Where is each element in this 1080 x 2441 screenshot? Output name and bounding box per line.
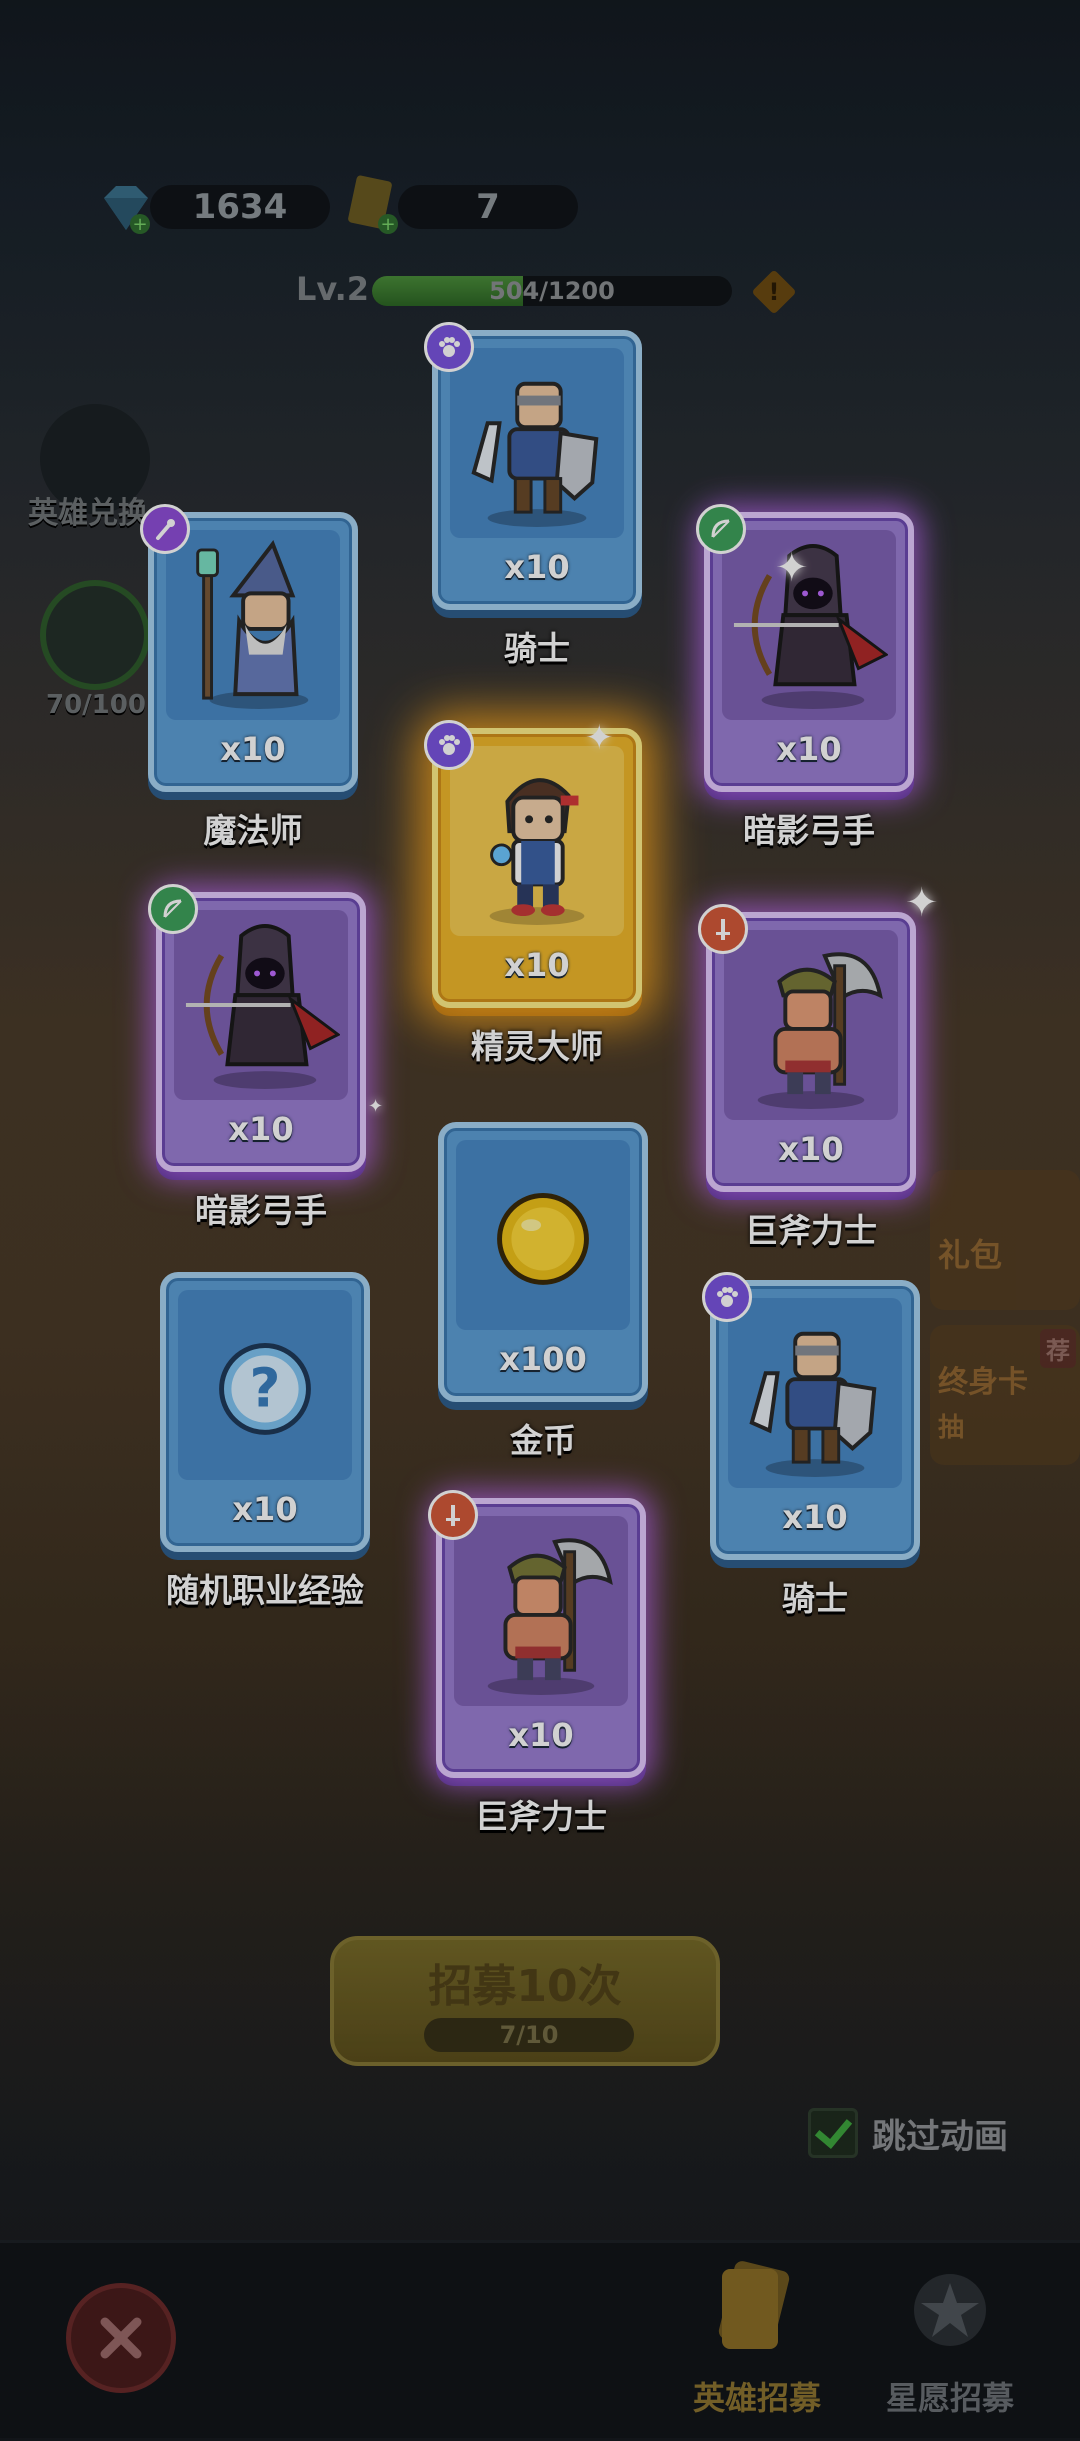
paw-icon — [424, 322, 474, 372]
knight-portrait — [736, 1304, 894, 1482]
gem-icon[interactable]: + — [94, 178, 154, 242]
card-name: 金币 — [510, 1421, 576, 1460]
draw-label: 抽 — [938, 1413, 965, 1443]
sparkle-icon: ✦ — [905, 880, 939, 926]
sword-icon — [698, 904, 748, 954]
archer-portrait — [182, 916, 341, 1094]
star-wish-progress-icon[interactable] — [40, 580, 150, 690]
lifetime-card-panel: 终身卡 抽 荐 — [930, 1325, 1080, 1465]
axeman-portrait — [462, 1522, 620, 1700]
card-quantity: x10 — [782, 1498, 848, 1536]
axeman-portrait — [732, 936, 890, 1114]
sparkle-icon: ✦ — [368, 1096, 384, 1117]
reward-card-archer[interactable]: x10 — [696, 504, 914, 792]
elf-master-portrait — [458, 752, 616, 930]
card-quantity: x10 — [778, 1130, 844, 1168]
tab-hero-recruit-label: 英雄招募 — [692, 2379, 821, 2417]
card-name: 巨斧力士 — [745, 1211, 877, 1250]
reward-card-axeman[interactable]: x10 — [698, 904, 916, 1192]
knight-portrait — [458, 354, 616, 532]
card-name: 骑士 — [504, 629, 570, 668]
card-pack-icon — [718, 2261, 790, 2349]
xp-text: 504/1200 — [489, 277, 615, 305]
card-name: 精灵大师 — [471, 1027, 603, 1066]
reward-card-coin[interactable]: x100 — [438, 1122, 648, 1402]
bow-icon — [148, 884, 198, 934]
reward-card-archer[interactable]: x10 — [148, 884, 366, 1172]
card-quantity: x10 — [504, 548, 570, 586]
tab-hero-recruit[interactable]: 英雄招募 — [682, 2255, 832, 2419]
card-name: 魔法师 — [203, 811, 303, 850]
svg-text:?: ? — [250, 1358, 281, 1420]
sparkle-icon: ✦ — [775, 545, 809, 591]
reward-card-wizard[interactable]: x10 — [140, 504, 358, 792]
paw-icon — [702, 1272, 752, 1322]
card-quantity: x10 — [228, 1110, 294, 1148]
recommend-badge: 荐 — [1040, 1329, 1076, 1368]
card-quantity: x10 — [220, 730, 286, 768]
card-name: 骑士 — [782, 1579, 848, 1618]
close-icon — [100, 2317, 142, 2359]
ticket-icon[interactable]: + — [344, 170, 404, 244]
reward-card-axeman[interactable]: x10 — [428, 1490, 646, 1778]
reward-card-knight[interactable]: x10 — [702, 1272, 920, 1560]
sparkle-icon: ✦ — [585, 718, 614, 758]
card-name: 随机职业经验 — [166, 1571, 364, 1610]
reward-card-mystery-orb[interactable]: ? x10 — [160, 1272, 370, 1552]
xp-bar: 504/1200 — [372, 276, 732, 306]
gift-pack-label: 礼包 — [938, 1236, 1003, 1274]
recruit-progress: 7/10 — [424, 2018, 634, 2052]
tab-star-wish-label: 星愿招募 — [885, 2379, 1014, 2417]
card-quantity: x10 — [776, 730, 842, 768]
star-progress: 70/100 — [46, 690, 146, 720]
mystery-orb-portrait: ? — [186, 1296, 344, 1474]
card-name: 巨斧力士 — [475, 1797, 607, 1836]
tab-star-wish-recruit[interactable]: 星愿招募 — [875, 2255, 1025, 2419]
coin-portrait — [464, 1146, 622, 1324]
hero-exchange-label: 英雄兑换 — [28, 496, 148, 531]
bottom-tab-bar: 英雄招募 星愿招募 — [0, 2240, 1080, 2441]
warning-icon[interactable]: ! — [748, 266, 800, 322]
svg-text:+: + — [132, 214, 147, 235]
reward-card-elf-master[interactable]: x10 — [424, 720, 642, 1008]
paw-icon — [424, 720, 474, 770]
wizard-portrait — [174, 536, 332, 714]
archer-portrait — [730, 536, 889, 714]
bow-icon — [696, 504, 746, 554]
ticket-count: 7 — [398, 185, 578, 229]
card-quantity: x10 — [504, 946, 570, 984]
card-quantity: x10 — [232, 1490, 298, 1528]
recruit-10-button[interactable]: 招募10次 7/10 — [330, 1936, 720, 2066]
sword-icon — [428, 1490, 478, 1540]
gift-pack-panel: 礼包 — [930, 1170, 1080, 1310]
svg-text:!: ! — [769, 278, 780, 306]
gem-count: 1634 — [150, 185, 330, 229]
recruit-10-label: 招募10次 — [428, 1961, 622, 2012]
svg-text:+: + — [380, 214, 395, 235]
reward-card-knight[interactable]: x10 — [424, 322, 642, 610]
skip-animation-toggle[interactable]: 跳过动画 — [808, 2108, 1008, 2158]
wand-icon — [140, 504, 190, 554]
card-quantity: x10 — [508, 1716, 574, 1754]
player-level: Lv.2 — [296, 270, 370, 308]
card-name: 暗影弓手 — [195, 1191, 327, 1230]
skip-animation-checkbox[interactable] — [808, 2108, 858, 2158]
close-button[interactable] — [66, 2283, 176, 2393]
card-name: 暗影弓手 — [743, 811, 875, 850]
star-wish-icon — [914, 2274, 986, 2346]
skip-animation-label: 跳过动画 — [872, 2116, 1008, 2157]
lifetime-card-label: 终身卡 — [938, 1365, 1028, 1400]
card-quantity: x100 — [499, 1340, 587, 1378]
